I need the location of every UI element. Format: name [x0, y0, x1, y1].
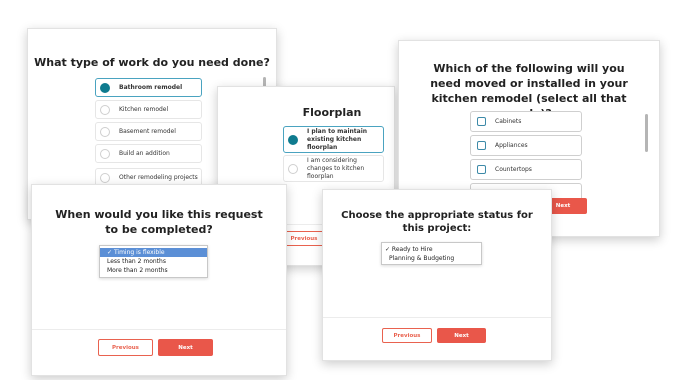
timing-option-less-2[interactable]: Less than 2 months [100, 257, 207, 266]
timing-option-flexible[interactable]: ✓ Timing is flexible [100, 248, 207, 257]
status-dropdown[interactable]: ✓ Ready to Hire Planning & Budgeting [381, 242, 482, 265]
timing-option-more-2[interactable]: More than 2 months [100, 266, 207, 275]
status-option-planning[interactable]: Planning & Budgeting [382, 254, 481, 263]
status-card: Choose the appropriate status for this p… [322, 189, 552, 361]
status-question: Choose the appropriate status for this p… [341, 210, 533, 234]
option-basement-remodel[interactable]: Basement remodel [95, 122, 202, 141]
previous-button[interactable]: Previous [382, 328, 432, 343]
radio-icon [100, 126, 110, 137]
scrollbar[interactable] [645, 114, 648, 152]
option-build-addition[interactable]: Build an addition [95, 144, 202, 163]
option-kitchen-remodel[interactable]: Kitchen remodel [95, 100, 202, 119]
work-type-question: What type of work do you need done? [34, 56, 270, 69]
option-change-floorplan[interactable]: I am considering changes to kitchen floo… [283, 155, 384, 182]
checkbox-cabinets[interactable]: Cabinets [470, 111, 582, 132]
timing-option-label: Timing is flexible [113, 249, 165, 256]
option-label: Basement remodel [119, 128, 176, 135]
next-button[interactable]: Next [158, 339, 213, 356]
option-label: Build an addition [119, 150, 170, 157]
checkbox-label: Appliances [495, 142, 528, 149]
floorplan-title: Floorplan [302, 106, 362, 119]
checkbox-appliances[interactable]: Appliances [470, 135, 582, 156]
option-label: Bathroom remodel [119, 84, 183, 91]
radio-icon [100, 172, 110, 183]
option-label: I am considering changes to kitchen floo… [307, 156, 365, 180]
checkbox-label: Countertops [495, 166, 532, 173]
previous-button[interactable]: Previous [283, 231, 325, 246]
footer-divider [32, 329, 286, 330]
checkbox-label: Cabinets [495, 118, 522, 125]
timing-question: When would you like this request to be c… [55, 208, 263, 236]
radio-selected-icon [288, 134, 298, 145]
option-label: I plan to maintain existing kitchen floo… [307, 127, 368, 151]
checkbox-icon [477, 165, 486, 174]
footer-divider [323, 317, 551, 318]
previous-button[interactable]: Previous [98, 339, 153, 356]
radio-icon [288, 163, 298, 174]
option-label: Kitchen remodel [119, 106, 169, 113]
radio-icon [100, 104, 110, 115]
checkbox-icon [477, 117, 486, 126]
timing-card: When would you like this request to be c… [31, 184, 287, 376]
option-label: Other remodeling projects [119, 174, 198, 181]
next-button[interactable]: Next [437, 328, 486, 343]
radio-icon [100, 148, 110, 159]
option-bathroom-remodel[interactable]: Bathroom remodel [95, 78, 202, 97]
timing-dropdown[interactable]: ✓ Timing is flexible Less than 2 months … [99, 245, 208, 278]
radio-selected-icon [100, 82, 110, 93]
status-option-ready[interactable]: ✓ Ready to Hire [382, 245, 481, 254]
option-maintain-floorplan[interactable]: I plan to maintain existing kitchen floo… [283, 126, 384, 153]
checkbox-icon [477, 141, 486, 150]
checkbox-countertops[interactable]: Countertops [470, 159, 582, 180]
